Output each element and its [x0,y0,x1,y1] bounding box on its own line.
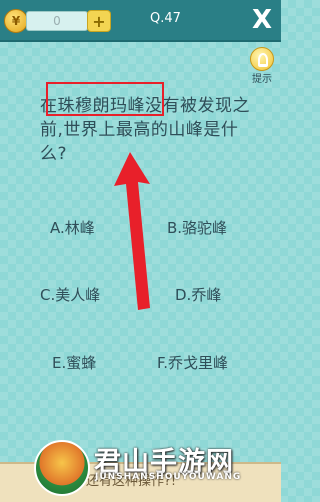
option-b[interactable]: B.骆驼峰 [167,217,227,238]
pointer-arrow [114,152,150,310]
option-e[interactable]: E.蜜蜂 [52,352,96,373]
option-a[interactable]: A.林峰 [50,217,95,238]
option-d[interactable]: D.乔峰 [175,284,221,305]
option-c[interactable]: C.美人峰 [40,284,100,305]
watermark-subtitle: JUNSHANSHOUYOUWANG [95,472,242,482]
watermark-logo-icon [34,440,90,496]
option-f[interactable]: F.乔戈里峰 [157,352,228,373]
